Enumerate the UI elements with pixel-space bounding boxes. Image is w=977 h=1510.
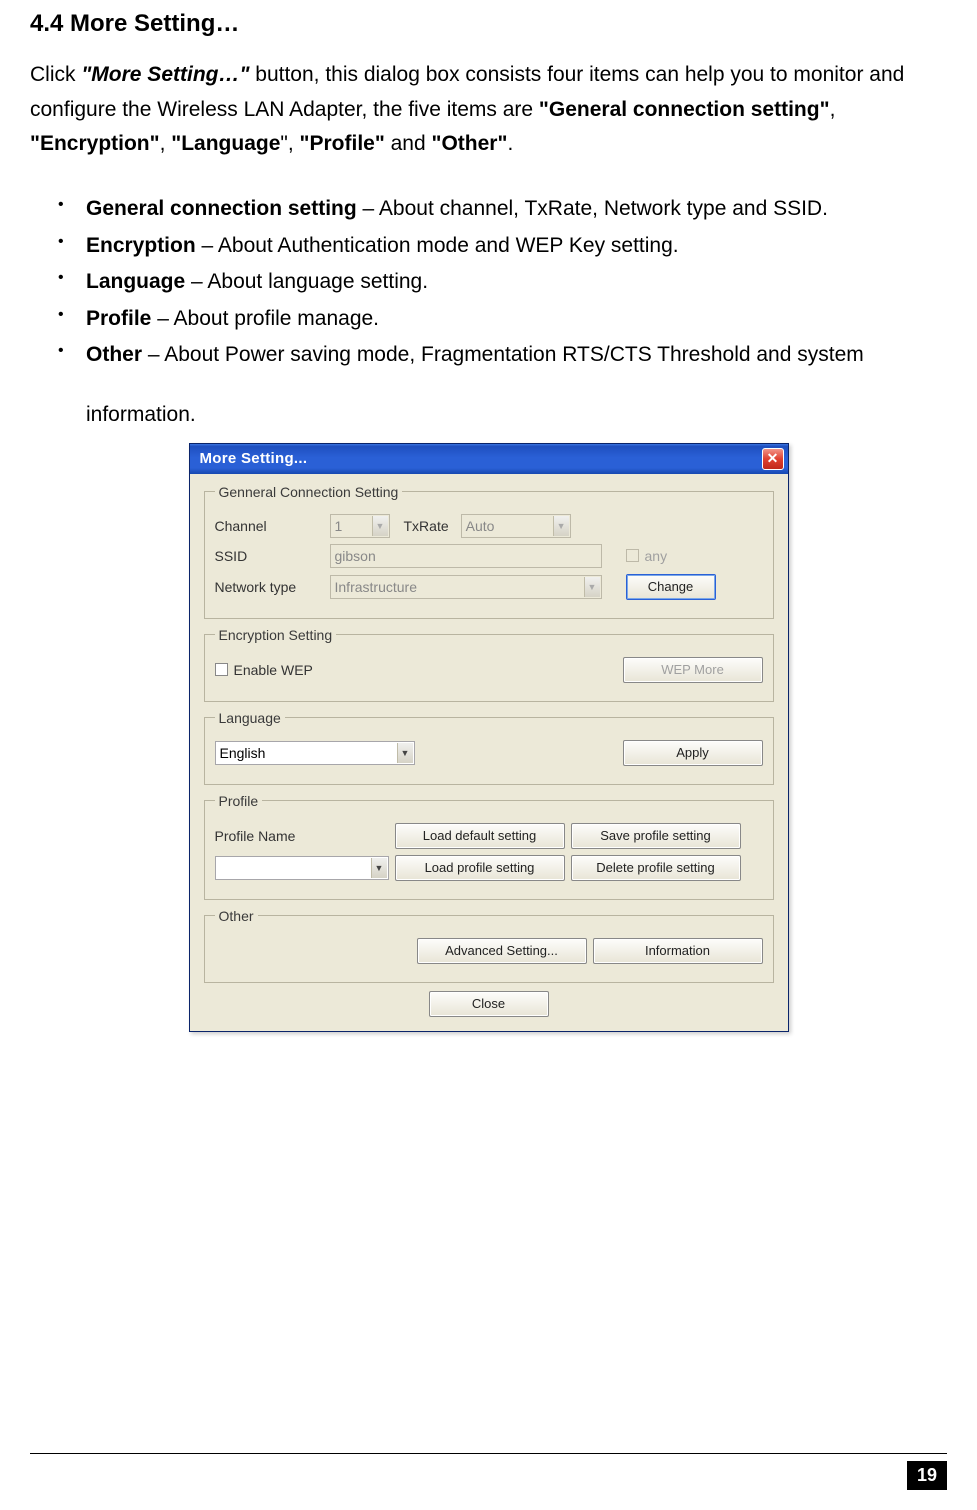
- bullet-term: Other: [86, 343, 142, 366]
- other-fieldset: Other Advanced Setting... Information: [204, 908, 774, 983]
- list-item: General connection setting – About chann…: [58, 192, 947, 227]
- save-profile-button[interactable]: Save profile setting: [571, 823, 741, 849]
- txrate-value: Auto: [466, 518, 495, 534]
- encryption-fieldset: Encryption Setting Enable WEP WEP More: [204, 627, 774, 702]
- ssid-input[interactable]: gibson: [330, 544, 602, 568]
- advanced-setting-button[interactable]: Advanced Setting...: [417, 938, 587, 964]
- chevron-down-icon: ▼: [397, 743, 413, 763]
- intro-term: "Encryption": [30, 132, 160, 155]
- page-number: 19: [907, 1461, 947, 1490]
- bullet-term: Encryption: [86, 234, 196, 257]
- bullet-continuation: information.: [30, 398, 947, 433]
- channel-label: Channel: [215, 518, 330, 534]
- more-setting-dialog: More Setting... ✕ Genneral Connection Se…: [189, 443, 789, 1032]
- bullet-term: Profile: [86, 307, 151, 330]
- list-item: Profile – About profile manage.: [58, 302, 947, 337]
- enable-wep-checkbox[interactable]: [215, 663, 228, 676]
- network-type-select[interactable]: Infrastructure ▼: [330, 575, 602, 599]
- list-item: Encryption – About Authentication mode a…: [58, 229, 947, 264]
- bullet-desc: – About Power saving mode, Fragmentation…: [142, 343, 864, 366]
- close-button[interactable]: Close: [429, 991, 549, 1017]
- close-icon[interactable]: ✕: [762, 448, 784, 470]
- intro-term: "Language: [171, 132, 280, 155]
- language-value: English: [220, 745, 266, 761]
- network-type-label: Network type: [215, 579, 330, 595]
- intro-sep: and: [385, 132, 432, 155]
- information-button[interactable]: Information: [593, 938, 763, 964]
- load-profile-button[interactable]: Load profile setting: [395, 855, 565, 881]
- profile-name-label: Profile Name: [215, 828, 395, 844]
- dialog-title: More Setting...: [200, 450, 308, 467]
- any-label: any: [645, 548, 668, 564]
- delete-profile-button[interactable]: Delete profile setting: [571, 855, 741, 881]
- load-default-button[interactable]: Load default setting: [395, 823, 565, 849]
- chevron-down-icon: ▼: [553, 516, 569, 536]
- chevron-down-icon: ▼: [584, 577, 600, 597]
- change-button[interactable]: Change: [626, 574, 716, 600]
- bullet-term: General connection setting: [86, 197, 357, 220]
- list-item: Other – About Power saving mode, Fragmen…: [58, 338, 947, 373]
- intro-sep: ,: [830, 98, 836, 121]
- ssid-value: gibson: [335, 548, 376, 564]
- channel-select[interactable]: 1 ▼: [330, 514, 390, 538]
- profile-legend: Profile: [215, 793, 263, 809]
- general-connection-fieldset: Genneral Connection Setting Channel 1 ▼ …: [204, 484, 774, 619]
- footer-divider: [30, 1453, 947, 1454]
- intro-end: .: [507, 132, 513, 155]
- bullet-desc: – About channel, TxRate, Network type an…: [357, 197, 828, 220]
- any-checkbox[interactable]: [626, 549, 639, 562]
- txrate-select[interactable]: Auto ▼: [461, 514, 571, 538]
- intro-sep: ,: [160, 132, 172, 155]
- channel-value: 1: [335, 518, 343, 534]
- section-heading: 4.4 More Setting…: [30, 10, 947, 38]
- other-legend: Other: [215, 908, 258, 924]
- intro-button-name: "More Setting…": [81, 63, 249, 86]
- txrate-label: TxRate: [404, 518, 449, 534]
- language-legend: Language: [215, 710, 285, 726]
- bullet-desc: – About Authentication mode and WEP Key …: [196, 234, 679, 257]
- bullet-list: General connection setting – About chann…: [30, 192, 947, 373]
- encryption-legend: Encryption Setting: [215, 627, 337, 643]
- chevron-down-icon: ▼: [371, 858, 387, 878]
- intro-term: "Profile": [300, 132, 385, 155]
- intro-paragraph: Click "More Setting…" button, this dialo…: [30, 58, 947, 162]
- language-fieldset: Language English ▼ Apply: [204, 710, 774, 785]
- bullet-term: Language: [86, 270, 185, 293]
- intro-term: "Other": [432, 132, 508, 155]
- bullet-desc: – About profile manage.: [151, 307, 379, 330]
- enable-wep-label: Enable WEP: [234, 662, 313, 678]
- general-legend: Genneral Connection Setting: [215, 484, 403, 500]
- bullet-desc: – About language setting.: [185, 270, 428, 293]
- language-select[interactable]: English ▼: [215, 741, 415, 765]
- list-item: Language – About language setting.: [58, 265, 947, 300]
- intro-term: "General connection setting": [539, 98, 830, 121]
- profile-name-select[interactable]: ▼: [215, 856, 389, 880]
- chevron-down-icon: ▼: [372, 516, 388, 536]
- network-type-value: Infrastructure: [335, 579, 417, 595]
- wep-more-button[interactable]: WEP More: [623, 657, 763, 683]
- apply-button[interactable]: Apply: [623, 740, 763, 766]
- profile-fieldset: Profile Profile Name Load default settin…: [204, 793, 774, 900]
- ssid-label: SSID: [215, 548, 330, 564]
- intro-sep: ",: [280, 132, 299, 155]
- titlebar: More Setting... ✕: [190, 444, 788, 474]
- intro-text: Click: [30, 63, 81, 86]
